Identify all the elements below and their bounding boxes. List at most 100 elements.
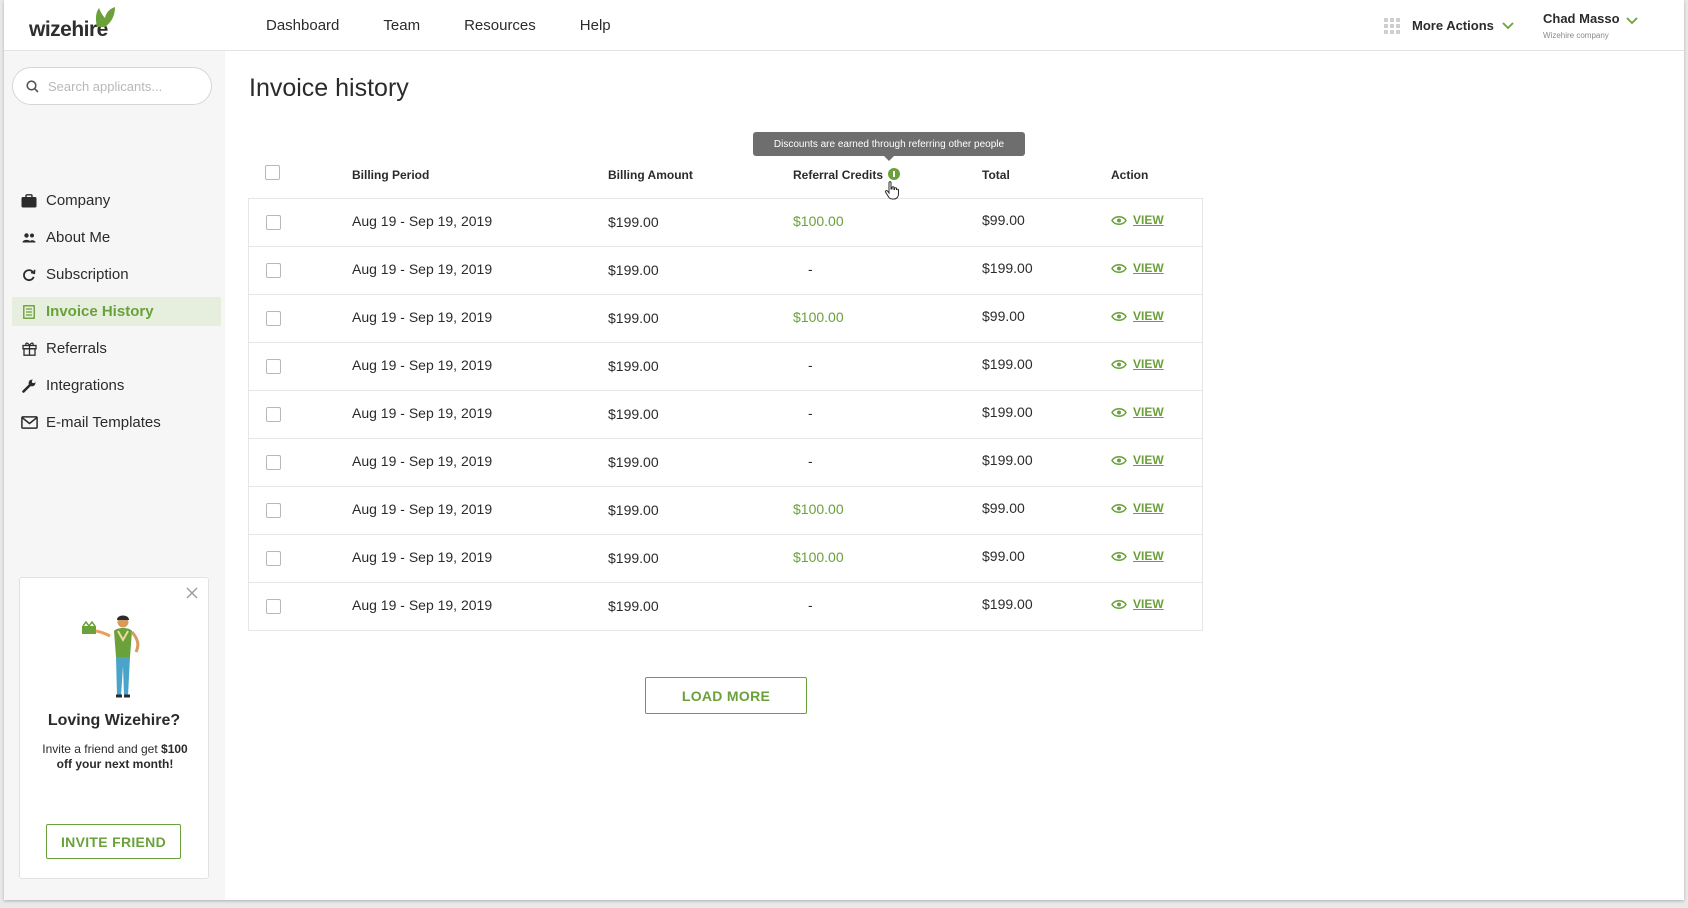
billing-period-cell: Aug 19 - Sep 19, 2019 [352, 501, 493, 517]
eye-icon [1111, 503, 1127, 513]
column-header-billing-period[interactable]: Billing Period [352, 168, 429, 182]
view-invoice-link[interactable]: VIEW [1111, 453, 1164, 467]
billing-amount-cell: $199.00 [608, 310, 659, 326]
column-header-billing-amount[interactable]: Billing Amount [608, 168, 693, 182]
view-label: VIEW [1133, 501, 1164, 515]
refresh-icon [20, 266, 38, 284]
referral-credits-cell: - [808, 453, 813, 469]
view-invoice-link[interactable]: VIEW [1111, 309, 1164, 323]
table-row: Aug 19 - Sep 19, 2019 $199.00 - $199.00 VIEW [249, 343, 1202, 391]
sidebar-item-label: E-mail Templates [46, 414, 161, 431]
app-window: wizehire Dashboard Team Resources Help M… [4, 0, 1684, 900]
page-title: Invoice history [249, 74, 409, 102]
view-invoice-link[interactable]: VIEW [1111, 261, 1164, 275]
promo-title: Loving Wizehire? [47, 712, 181, 729]
sidebar-item-subscription[interactable]: Subscription [12, 260, 221, 289]
row-checkbox[interactable] [266, 407, 281, 422]
billing-amount-cell: $199.00 [608, 598, 659, 614]
nav-help[interactable]: Help [580, 17, 611, 34]
search-input[interactable] [48, 78, 198, 94]
billing-amount-cell: $199.00 [608, 502, 659, 518]
referral-credits-cell: - [808, 261, 813, 277]
view-invoice-link[interactable]: VIEW [1111, 501, 1164, 515]
total-cell: $99.00 [982, 500, 1025, 516]
search-box[interactable] [12, 67, 212, 105]
wizehire-logo[interactable]: wizehire [29, 6, 115, 40]
user-menu[interactable]: Chad Masso Wizehire company [1543, 11, 1620, 40]
user-name: Chad Masso [1543, 11, 1620, 26]
total-cell: $199.00 [982, 596, 1033, 612]
view-invoice-link[interactable]: VIEW [1111, 357, 1164, 371]
table-row: Aug 19 - Sep 19, 2019 $199.00 - $199.00 VIEW [249, 439, 1202, 487]
eye-icon [1111, 311, 1127, 321]
billing-period-cell: Aug 19 - Sep 19, 2019 [352, 309, 493, 325]
row-checkbox[interactable] [266, 263, 281, 278]
column-header-action: Action [1111, 168, 1149, 182]
row-checkbox[interactable] [266, 599, 281, 614]
nav-team[interactable]: Team [383, 17, 420, 34]
row-checkbox[interactable] [266, 359, 281, 374]
top-navigation-bar: wizehire Dashboard Team Resources Help M… [4, 0, 1684, 51]
sidebar-item-invoice-history[interactable]: Invoice History [12, 297, 221, 326]
billing-amount-cell: $199.00 [608, 262, 659, 278]
sidebar-item-about-me[interactable]: About Me [12, 223, 221, 252]
select-all-checkbox[interactable] [265, 165, 280, 180]
search-icon [26, 79, 39, 93]
billing-amount-cell: $199.00 [608, 358, 659, 374]
total-cell: $199.00 [982, 260, 1033, 276]
billing-period-cell: Aug 19 - Sep 19, 2019 [352, 597, 493, 613]
info-icon[interactable] [888, 168, 901, 180]
row-checkbox[interactable] [266, 455, 281, 470]
view-label: VIEW [1133, 453, 1164, 467]
sidebar-item-company[interactable]: Company [12, 186, 221, 215]
invoice-table: Billing Period Billing Amount Referral C… [248, 164, 1203, 631]
eye-icon [1111, 359, 1127, 369]
view-label: VIEW [1133, 549, 1164, 563]
referral-credits-cell: $100.00 [793, 213, 844, 229]
table-row: Aug 19 - Sep 19, 2019 $199.00 $100.00 $99.0… [249, 199, 1202, 247]
sidebar-menu: Company About Me Subscription Invoice Hi… [12, 186, 221, 445]
table-row: Aug 19 - Sep 19, 2019 $199.00 - $199.00 VIEW [249, 391, 1202, 439]
referral-credits-cell: - [808, 405, 813, 421]
more-actions-menu[interactable]: More Actions [1384, 0, 1514, 51]
sidebar-item-label: Invoice History [46, 303, 154, 320]
total-cell: $99.00 [982, 212, 1025, 228]
column-header-referral-credits: Referral Credits [793, 168, 901, 182]
row-checkbox[interactable] [266, 215, 281, 230]
wrench-icon [20, 377, 38, 395]
people-icon [20, 229, 38, 247]
view-label: VIEW [1133, 309, 1164, 323]
nav-dashboard[interactable]: Dashboard [266, 17, 339, 34]
close-icon[interactable] [186, 587, 198, 599]
sidebar-item-email-templates[interactable]: E-mail Templates [12, 408, 221, 437]
eye-icon [1111, 407, 1127, 417]
eye-icon [1111, 551, 1127, 561]
person-with-gift-illustration [82, 615, 140, 698]
sidebar-item-integrations[interactable]: Integrations [12, 371, 221, 400]
view-invoice-link[interactable]: VIEW [1111, 597, 1164, 611]
view-invoice-link[interactable]: VIEW [1111, 213, 1164, 227]
nav-resources[interactable]: Resources [464, 17, 536, 34]
invite-friend-button[interactable]: INVITE FRIEND [46, 824, 181, 859]
total-cell: $199.00 [982, 356, 1033, 372]
hand-cursor-icon [884, 181, 899, 200]
table-row: Aug 19 - Sep 19, 2019 $199.00 $100.00 $99.0… [249, 295, 1202, 343]
row-checkbox[interactable] [266, 503, 281, 518]
sidebar-item-referrals[interactable]: Referrals [12, 334, 221, 363]
table-row: Aug 19 - Sep 19, 2019 $199.00 $100.00 $99.0… [249, 487, 1202, 535]
user-menu-chevron-icon[interactable] [1626, 17, 1638, 25]
row-checkbox[interactable] [266, 551, 281, 566]
sidebar: Company About Me Subscription Invoice Hi… [4, 51, 225, 900]
user-company: Wizehire company [1543, 31, 1609, 40]
table-row: Aug 19 - Sep 19, 2019 $199.00 $100.00 $99.0… [249, 535, 1202, 583]
billing-period-cell: Aug 19 - Sep 19, 2019 [352, 453, 493, 469]
view-invoice-link[interactable]: VIEW [1111, 405, 1164, 419]
referral-credits-cell: $100.00 [793, 309, 844, 325]
view-invoice-link[interactable]: VIEW [1111, 549, 1164, 563]
billing-period-cell: Aug 19 - Sep 19, 2019 [352, 549, 493, 565]
sidebar-item-label: Referrals [46, 340, 107, 357]
row-checkbox[interactable] [266, 311, 281, 326]
load-more-button[interactable]: LOAD MORE [645, 677, 807, 714]
column-header-total[interactable]: Total [982, 168, 1010, 182]
view-label: VIEW [1133, 357, 1164, 371]
